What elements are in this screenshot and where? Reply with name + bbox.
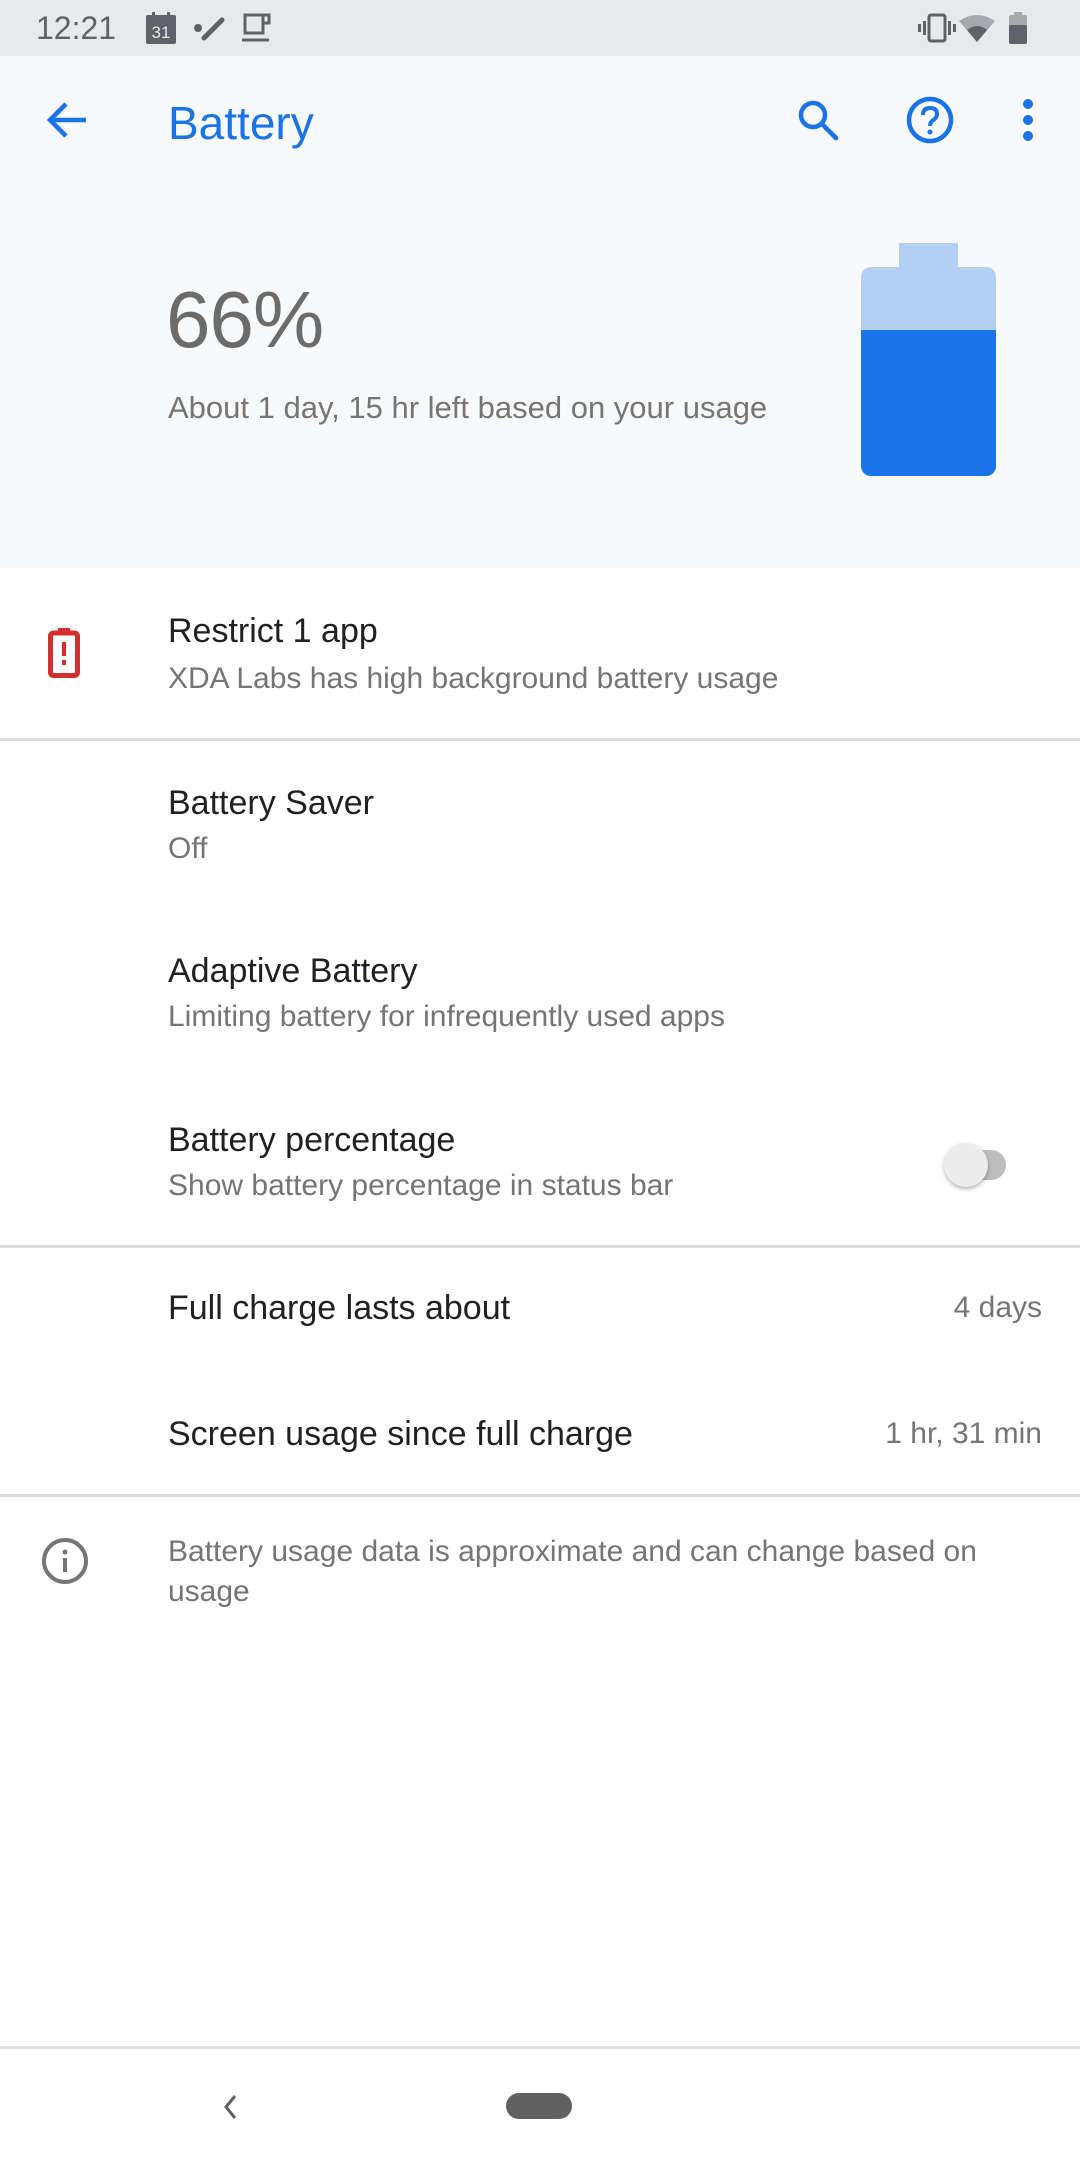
help-icon — [906, 96, 954, 149]
adaptive-battery-title: Adaptive Battery — [168, 952, 418, 990]
battery-level-graphic — [861, 243, 996, 476]
search-button[interactable] — [778, 82, 858, 162]
battery-usage-disclaimer: Battery usage data is approximate and ca… — [168, 1535, 977, 1608]
back-button[interactable] — [26, 82, 106, 162]
screen-usage-value: 1 hr, 31 min — [885, 1417, 1042, 1450]
battery-icon — [1009, 12, 1027, 49]
full-charge-value: 4 days — [953, 1291, 1042, 1324]
adaptive-battery-item[interactable]: Adaptive Battery Limiting battery for in… — [0, 911, 1080, 1081]
nav-back-button[interactable] — [200, 2079, 260, 2139]
battery-remaining-estimate: About 1 day, 15 hr left based on your us… — [168, 390, 768, 425]
restrict-apps-summary: XDA Labs has high background battery usa… — [168, 662, 779, 695]
arrow-back-icon — [44, 100, 88, 145]
battery-saver-summary: Off — [168, 832, 208, 865]
battery-header: Battery 66% About 1 day, 15 hr left base… — [0, 56, 1080, 568]
coffee-icon — [242, 12, 272, 49]
restrict-apps-title: Restrict 1 app — [168, 612, 378, 650]
calendar-icon: 31 — [146, 12, 176, 49]
battery-alert-icon — [48, 628, 80, 683]
battery-percentage-title: Battery percentage — [168, 1121, 456, 1159]
restrict-apps-item[interactable]: Restrict 1 app XDA Labs has high backgro… — [0, 568, 1080, 740]
battery-saver-title: Battery Saver — [168, 784, 374, 822]
status-bar: 12:21 31 — [0, 0, 1080, 56]
info-icon — [41, 1537, 89, 1590]
help-button[interactable] — [890, 82, 970, 162]
screen-usage-title: Screen usage since full charge — [168, 1415, 633, 1453]
page-title: Battery — [168, 97, 314, 149]
full-charge-title: Full charge lasts about — [168, 1289, 511, 1327]
battery-percentage: 66% — [166, 275, 324, 364]
calendar-day: 31 — [152, 23, 171, 42]
navigation-bar — [0, 2046, 1080, 2160]
battery-graphic-body — [861, 267, 996, 476]
battery-graphic-cap — [899, 243, 958, 270]
screen-usage-item[interactable]: Screen usage since full charge 1 hr, 31 … — [0, 1372, 1080, 1494]
divider — [0, 1494, 1080, 1497]
battery-percentage-summary: Show battery percentage in status bar — [168, 1169, 674, 1202]
pencil-icon — [194, 16, 226, 47]
battery-graphic-fill — [861, 329, 996, 476]
status-time: 12:21 — [36, 10, 117, 46]
more-vert-icon — [1022, 98, 1034, 147]
chevron-left-icon — [222, 2094, 238, 2125]
battery-percentage-toggle[interactable] — [940, 1137, 1020, 1187]
more-options-button[interactable] — [988, 82, 1068, 162]
adaptive-battery-summary: Limiting battery for infrequently used a… — [168, 1000, 725, 1033]
search-icon — [796, 98, 840, 147]
full-charge-item[interactable]: Full charge lasts about 4 days — [0, 1248, 1080, 1372]
battery-saver-item[interactable]: Battery Saver Off — [0, 741, 1080, 911]
battery-percentage-item[interactable]: Battery percentage Show battery percenta… — [0, 1081, 1080, 1247]
vibrate-icon — [918, 13, 956, 48]
toggle-thumb — [944, 1143, 988, 1187]
wifi-icon — [959, 14, 995, 47]
nav-home-pill[interactable] — [506, 2093, 572, 2119]
